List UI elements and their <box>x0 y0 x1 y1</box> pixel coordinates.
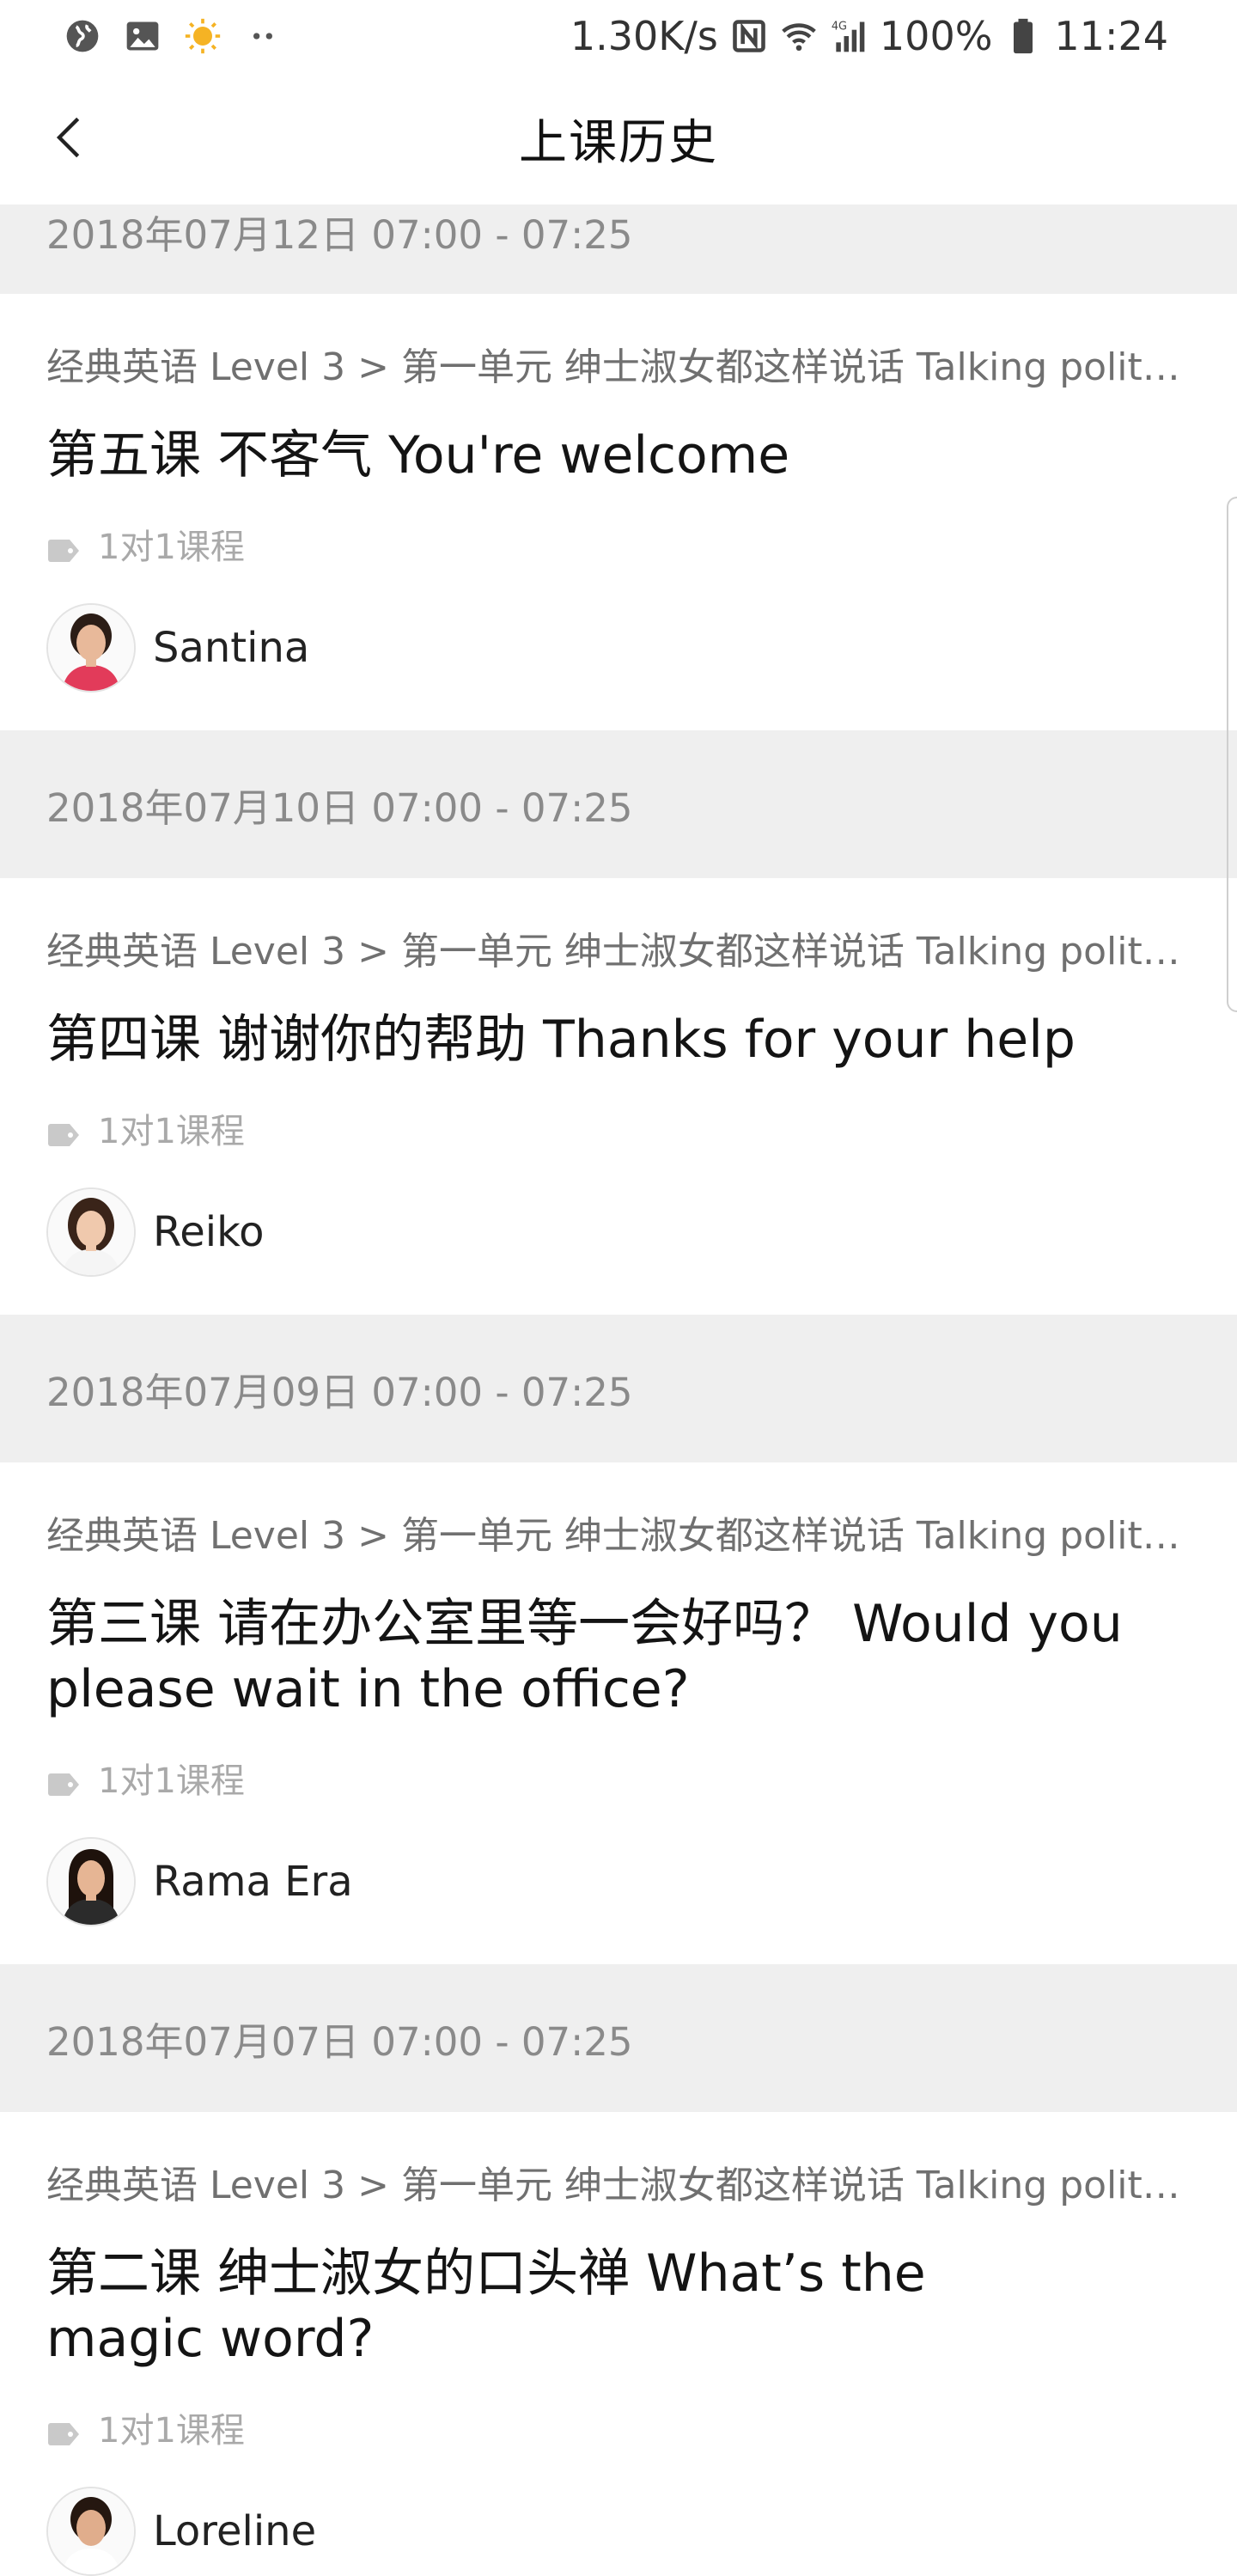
course-breadcrumb: 经典英语 Level 3 > 第一单元 绅士淑女都这样说话 Talking po… <box>46 1514 1191 1558</box>
teacher-avatar <box>46 1837 136 1926</box>
nfc-icon <box>730 17 768 55</box>
teacher-row[interactable]: Santina <box>46 603 1191 693</box>
lesson-title: 第四课 谢谢你的帮助 Thanks for your help <box>46 1010 1076 1070</box>
lesson-history-list[interactable]: 2018年07月12日 07:00 - 07:25 经典英语 Level 3 >… <box>0 204 1237 2576</box>
tag-icon <box>46 1766 81 1796</box>
battery-percent: 100% <box>879 13 993 59</box>
lesson-date: 2018年07月09日 07:00 - 07:25 <box>46 1369 633 1415</box>
date-band: 2018年07月10日 07:00 - 07:25 <box>0 730 1237 878</box>
tag-icon <box>46 2415 81 2445</box>
lesson-title: 第三课 请在办公室里等一会好吗？ Would you please wait i… <box>46 1594 1123 1719</box>
page-title: 上课历史 <box>519 114 718 171</box>
battery-icon <box>1004 17 1042 55</box>
teacher-name: Reiko <box>153 1208 265 1256</box>
course-type-label: 1对1课程 <box>98 528 245 567</box>
lesson-date: 2018年07月10日 07:00 - 07:25 <box>46 784 633 831</box>
status-bar: 1.30K/s 4G 100% 11:24 <box>0 0 1237 72</box>
course-breadcrumb: 经典英语 Level 3 > 第一单元 绅士淑女都这样说话 Talking po… <box>46 345 1191 389</box>
date-band: 2018年07月12日 07:00 - 07:25 <box>0 204 1237 294</box>
signal-4g-icon: 4G <box>830 17 868 55</box>
scroll-indicator <box>1227 497 1237 1012</box>
date-band: 2018年07月07日 07:00 - 07:25 <box>0 1964 1237 2112</box>
weather-sun-icon <box>184 17 222 55</box>
clock: 11:24 <box>1054 13 1168 59</box>
course-breadcrumb: 经典英语 Level 3 > 第一单元 绅士淑女都这样说话 Talking po… <box>46 2164 1191 2207</box>
course-type-tag: 1对1课程 <box>46 519 1191 569</box>
teacher-row[interactable]: Loreline <box>46 2487 1191 2576</box>
status-bar-left <box>64 17 282 55</box>
teacher-avatar <box>46 2487 136 2576</box>
chevron-left-icon <box>56 117 80 158</box>
course-type-tag: 1对1课程 <box>46 1753 1191 1803</box>
course-type-tag: 1对1课程 <box>46 2402 1191 2452</box>
tag-icon <box>46 1116 81 1146</box>
lesson-card[interactable]: 经典英语 Level 3 > 第一单元 绅士淑女都这样说话 Talking po… <box>0 294 1237 730</box>
app-header: 上课历史 <box>0 72 1237 204</box>
svg-text:4G: 4G <box>832 21 847 34</box>
lesson-date: 2018年07月07日 07:00 - 07:25 <box>46 2018 633 2065</box>
lesson-card[interactable]: 经典英语 Level 3 > 第一单元 绅士淑女都这样说话 Talking po… <box>0 2112 1237 2576</box>
tag-icon <box>46 532 81 562</box>
course-type-label: 1对1课程 <box>98 1761 245 1801</box>
teacher-avatar <box>46 603 136 693</box>
back-button[interactable] <box>34 101 107 174</box>
status-bar-right: 1.30K/s 4G 100% 11:24 <box>570 13 1168 59</box>
teacher-name: Rama Era <box>153 1858 353 1906</box>
course-type-tag: 1对1课程 <box>46 1103 1191 1153</box>
lesson-title: 第五课 不客气 You're welcome <box>46 425 790 485</box>
lesson-card[interactable]: 经典英语 Level 3 > 第一单元 绅士淑女都这样说话 Talking po… <box>0 878 1237 1315</box>
lesson-date: 2018年07月12日 07:00 - 07:25 <box>46 212 633 258</box>
gallery-icon <box>124 17 161 55</box>
lesson-title: 第二课 绅士淑女的口头禅 What’s the magic word? <box>46 2243 926 2369</box>
course-type-label: 1对1课程 <box>98 2411 245 2451</box>
course-type-label: 1对1课程 <box>98 1112 245 1151</box>
teacher-row[interactable]: Rama Era <box>46 1837 1191 1926</box>
lesson-card[interactable]: 经典英语 Level 3 > 第一单元 绅士淑女都这样说话 Talking po… <box>0 1462 1237 1964</box>
date-band: 2018年07月09日 07:00 - 07:25 <box>0 1315 1237 1462</box>
more-dots-icon <box>244 17 282 55</box>
net-speed: 1.30K/s <box>570 13 718 59</box>
globe-icon <box>64 17 101 55</box>
teacher-avatar <box>46 1187 136 1277</box>
teacher-name: Santina <box>153 624 310 672</box>
teacher-name: Loreline <box>153 2507 317 2555</box>
course-breadcrumb: 经典英语 Level 3 > 第一单元 绅士淑女都这样说话 Talking po… <box>46 930 1191 974</box>
wifi-icon <box>780 17 818 55</box>
teacher-row[interactable]: Reiko <box>46 1187 1191 1277</box>
